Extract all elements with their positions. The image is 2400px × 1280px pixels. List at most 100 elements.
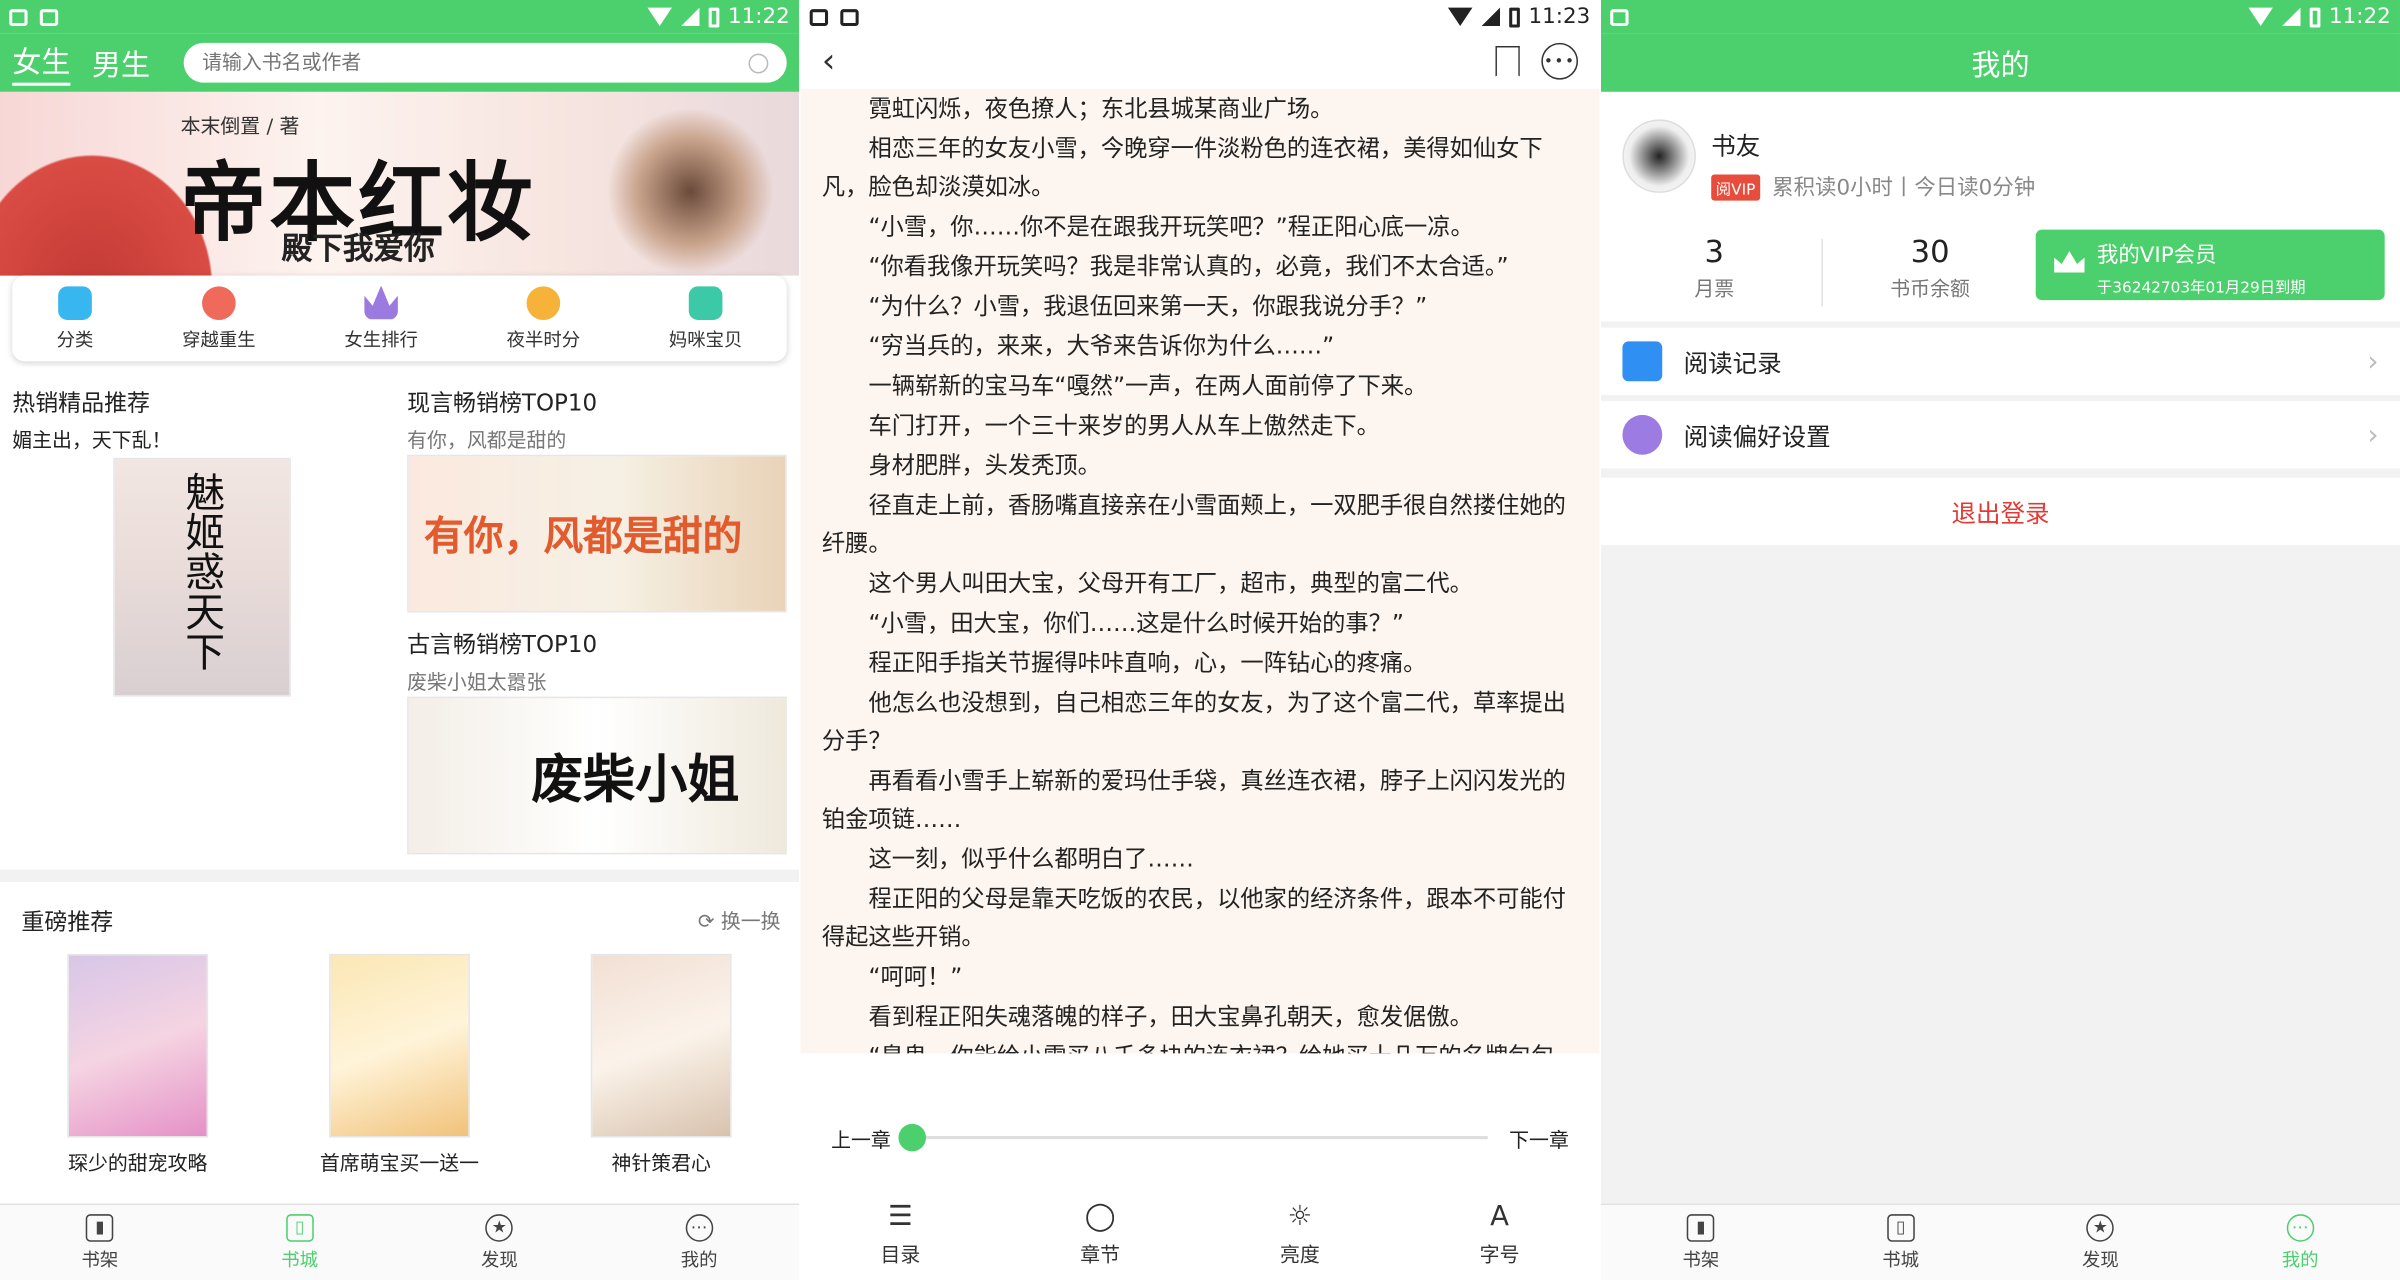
book-cover[interactable]: 废柴小姐	[407, 696, 787, 855]
vip-membership-button[interactable]: 我的VIP会员 于36242703年01月29日到期	[2035, 229, 2385, 301]
reading-preferences-row[interactable]: 阅读偏好设置 ›	[1601, 401, 2400, 469]
profile-icon: ⋯	[685, 1213, 713, 1241]
chapter-button[interactable]: ◯ 章节	[1000, 1188, 1200, 1280]
tab-label: 我的	[680, 1248, 718, 1271]
tab-discover[interactable]: ★ 发现	[2000, 1205, 2200, 1280]
baby-icon	[688, 285, 723, 320]
brightness-button[interactable]: ☼ 亮度	[1200, 1188, 1400, 1280]
tab-label: 书架	[81, 1248, 119, 1271]
book-cover[interactable]: 魅姬惑天下	[113, 457, 291, 697]
status-time: 11:22	[2329, 4, 2391, 30]
category-label: 女生排行	[344, 328, 418, 350]
tab-female[interactable]: 女生	[12, 40, 71, 86]
search-bar[interactable]	[183, 42, 787, 83]
reader-paragraph: “呵呵！”	[868, 963, 963, 991]
status-bar: 11:22	[1601, 0, 2400, 34]
featured-title: 重磅推荐	[21, 907, 114, 936]
logout-button[interactable]: 退出登录	[1601, 477, 2400, 546]
moon-icon	[526, 285, 561, 320]
avatar[interactable]	[1622, 119, 1696, 193]
category-label: 穿越重生	[182, 328, 256, 350]
vip-title: 我的VIP会员	[2096, 243, 2217, 268]
category-midnight[interactable]: 夜半时分	[507, 285, 580, 352]
book-cover[interactable]: 有你，风都是甜的	[407, 454, 787, 613]
back-arrow-icon[interactable]: ‹	[822, 42, 835, 80]
tab-mine[interactable]: ⋯ 我的	[2200, 1205, 2400, 1280]
signal-icon	[680, 7, 699, 27]
reader-paragraph: 径直走上前，香肠嘴直接亲在小雪面颊上，一双肥手很自然搂住她的纤腰。	[821, 491, 1566, 558]
hot-picks-title[interactable]: 热销精品推荐	[12, 386, 150, 418]
promo-banner[interactable]: 本末倒置 / 著 帝本红妆 殿下我爱你	[0, 91, 799, 276]
modern-top10-desc: 有你，风都是甜的	[407, 430, 567, 454]
prev-chapter-button[interactable]: 上一章	[831, 1123, 891, 1152]
book-title: 神针策君心	[611, 1152, 711, 1176]
search-input[interactable]	[202, 51, 692, 75]
toc-button[interactable]: ☰ 目录	[801, 1188, 1001, 1280]
status-time: 11:22	[728, 4, 790, 30]
coin-label: 书币余额	[1890, 278, 1970, 302]
wifi-icon	[646, 7, 672, 27]
bookstore-icon: ▯	[285, 1213, 314, 1241]
tab-bookshelf[interactable]: ▮ 书架	[0, 1205, 200, 1280]
crown-icon	[364, 285, 398, 320]
modern-top10-title[interactable]: 现言畅销榜TOP10	[407, 386, 597, 418]
category-mommy[interactable]: 妈咪宝贝	[669, 285, 742, 352]
category-ranking[interactable]: 女生排行	[344, 285, 418, 352]
vip-badge: 阅VIP	[1711, 173, 1760, 200]
font-size-button[interactable]: A 字号	[1400, 1188, 1600, 1280]
tool-label: 字号	[1479, 1244, 1520, 1267]
tab-male[interactable]: 男生	[92, 42, 150, 83]
user-name: 书友	[1711, 131, 1761, 161]
tab-bookstore[interactable]: ▯ 书城	[200, 1205, 400, 1280]
section-divider	[0, 869, 799, 882]
featured-book[interactable]: 琛少的甜宠攻略	[15, 953, 260, 1176]
refresh-button[interactable]: ⟳ 换一换	[698, 905, 781, 934]
app-notification-icon	[39, 8, 59, 26]
tool-label: 章节	[1080, 1244, 1121, 1267]
progress-handle[interactable]	[898, 1123, 927, 1152]
user-vip-line: 阅VIP 累积读0小时丨今日读0分钟	[1711, 171, 2035, 202]
next-chapter-button[interactable]: 下一章	[1509, 1123, 1569, 1152]
chart-icon	[202, 285, 236, 320]
wifi-icon	[2247, 7, 2273, 27]
read-stats: 累积读0小时丨今日读0分钟	[1772, 176, 2036, 201]
category-time-travel[interactable]: 穿越重生	[182, 285, 256, 352]
monthly-ticket-stat[interactable]: 3 月票	[1607, 233, 1821, 302]
recommend-section: 热销精品推荐 媚主出，天下乱！ 魅姬惑天下 现言畅销榜TOP10 有你，风都是甜…	[0, 367, 799, 870]
more-icon[interactable]: •••	[1541, 42, 1579, 80]
tab-mine[interactable]: ⋯ 我的	[599, 1205, 799, 1280]
ancient-top10-title[interactable]: 古言畅销榜TOP10	[407, 628, 597, 660]
tool-label: 亮度	[1279, 1244, 1320, 1267]
profile-screen: 11:22 我的 书友 阅VIP 累积读0小时丨今日读0分钟 3 月票 30 书…	[1601, 0, 2400, 1280]
tab-bookshelf[interactable]: ▮ 书架	[1601, 1205, 1801, 1280]
book-cover	[67, 953, 209, 1138]
page-title: 我的	[1971, 48, 2030, 82]
profile-header: 我的	[1601, 33, 2400, 92]
coin-value: 30	[1910, 232, 1950, 270]
tab-bookstore[interactable]: ▯ 书城	[1801, 1205, 2001, 1280]
coin-balance-stat[interactable]: 30 书币余额	[1823, 233, 2037, 302]
battery-icon	[708, 6, 719, 27]
reader-paragraph: 一辆崭新的宝马车“嘎然”一声，在两人面前停了下来。	[868, 372, 1428, 400]
reader-paragraph: 这一刻，似乎什么都明白了……	[868, 845, 1194, 873]
progress-track[interactable]	[898, 1123, 1488, 1152]
battery-icon	[2309, 6, 2320, 27]
ancient-top10-desc: 废柴小姐太嚣张	[407, 672, 547, 696]
featured-book[interactable]: 首席萌宝买一送一	[277, 953, 522, 1176]
category-label: 分类	[56, 328, 94, 350]
search-icon[interactable]	[748, 52, 769, 73]
hot-picks-desc: 媚主出，天下乱！	[12, 430, 172, 454]
featured-book[interactable]: 神针策君心	[539, 953, 784, 1176]
app-notification-icon	[840, 8, 859, 26]
reading-history-row[interactable]: 阅读记录 ›	[1601, 327, 2400, 396]
clipboard-icon	[1622, 341, 1663, 382]
reader-header: ‹ •••	[800, 33, 1600, 89]
cover-title: 废柴小姐	[531, 750, 740, 812]
image-notification-icon	[9, 8, 28, 26]
chevron-right-icon: ›	[2367, 418, 2379, 451]
category-classify[interactable]: 分类	[56, 285, 94, 352]
tab-discover[interactable]: ★ 发现	[399, 1205, 599, 1280]
reader-paragraph: “你看我像开玩笑吗？我是非常认真的，必竟，我们不太合适。”	[868, 252, 1509, 281]
reader-content[interactable]: 霓虹闪烁，夜色撩人；东北县城某商业广场。 相恋三年的女友小雪，今晚穿一件淡粉色的连…	[800, 88, 1600, 1054]
bookmark-icon[interactable]	[1495, 45, 1520, 77]
